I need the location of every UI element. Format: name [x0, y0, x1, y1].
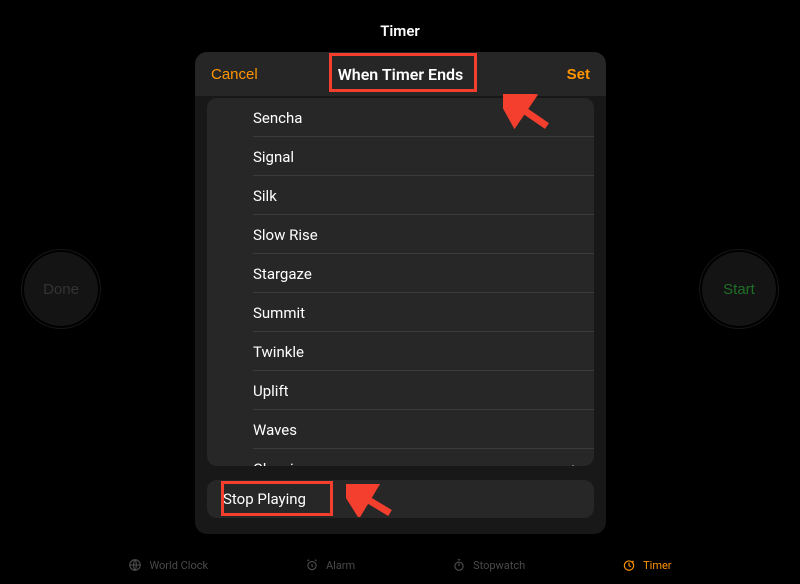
- stop-playing-label: Stop Playing: [223, 490, 306, 508]
- tone-label: Sencha: [253, 109, 302, 127]
- tone-item-silk[interactable]: Silk: [207, 176, 594, 215]
- tone-label: Summit: [253, 304, 305, 322]
- timer-icon: [622, 558, 636, 572]
- tone-label: Classic: [253, 460, 302, 467]
- tone-item-classic[interactable]: Classic: [207, 449, 594, 466]
- tab-stopwatch[interactable]: Stopwatch: [452, 558, 525, 572]
- tab-bar: World Clock Alarm Stopwatch Timer: [0, 558, 800, 572]
- tab-label: Stopwatch: [473, 559, 525, 572]
- done-button[interactable]: Done: [24, 252, 98, 326]
- modal-footer: Stop Playing: [207, 480, 594, 518]
- tab-world-clock[interactable]: World Clock: [128, 558, 208, 572]
- tab-timer[interactable]: Timer: [622, 558, 671, 572]
- alarm-icon: [305, 558, 319, 572]
- stop-playing-item[interactable]: Stop Playing: [207, 480, 594, 518]
- tone-label: Uplift: [253, 382, 289, 400]
- globe-icon: [128, 558, 142, 572]
- tab-label: Alarm: [326, 559, 355, 572]
- when-timer-ends-modal: Cancel When Timer Ends Set Sencha Signal…: [195, 52, 606, 534]
- tone-label: Stargaze: [253, 265, 312, 283]
- tone-item-slow-rise[interactable]: Slow Rise: [207, 215, 594, 254]
- tone-list[interactable]: Sencha Signal Silk Slow Rise Stargaze Su…: [207, 98, 594, 466]
- page-title: Timer: [0, 22, 800, 40]
- tone-label: Waves: [253, 421, 297, 439]
- stopwatch-icon: [452, 558, 466, 572]
- tone-item-waves[interactable]: Waves: [207, 410, 594, 449]
- set-button[interactable]: Set: [567, 66, 590, 83]
- tab-alarm[interactable]: Alarm: [305, 558, 355, 572]
- tab-label: Timer: [643, 559, 671, 572]
- tone-label: Slow Rise: [253, 226, 318, 244]
- modal-header: Cancel When Timer Ends Set: [195, 52, 606, 96]
- tone-item-signal[interactable]: Signal: [207, 137, 594, 176]
- cancel-button[interactable]: Cancel: [211, 66, 258, 83]
- tone-label: Twinkle: [253, 343, 304, 361]
- tone-item-uplift[interactable]: Uplift: [207, 371, 594, 410]
- tone-label: Signal: [253, 148, 294, 166]
- tone-item-twinkle[interactable]: Twinkle: [207, 332, 594, 371]
- modal-body: Sencha Signal Silk Slow Rise Stargaze Su…: [195, 96, 606, 534]
- start-button[interactable]: Start: [702, 252, 776, 326]
- tone-item-sencha[interactable]: Sencha: [207, 98, 594, 137]
- tab-label: World Clock: [149, 559, 208, 572]
- chevron-right-icon: [572, 463, 580, 467]
- tone-item-stargaze[interactable]: Stargaze: [207, 254, 594, 293]
- tone-label: Silk: [253, 187, 277, 205]
- tone-item-summit[interactable]: Summit: [207, 293, 594, 332]
